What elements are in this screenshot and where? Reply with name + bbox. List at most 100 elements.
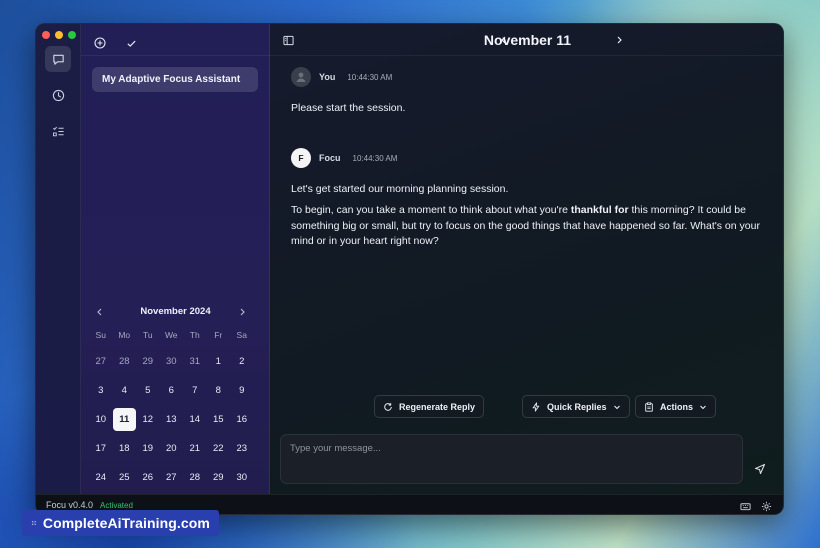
calendar-day-selected[interactable]: 11: [112, 407, 136, 432]
watermark-logo-icon: [31, 520, 37, 526]
calendar-day[interactable]: 16: [230, 408, 254, 432]
chevron-right-icon: [240, 308, 245, 316]
chat-panel: November 11 You 10:44:30 AM Please start…: [270, 24, 783, 494]
select-chats-button[interactable]: [121, 33, 141, 53]
assistant-message-header: F Focu 10:44:30 AM: [291, 148, 397, 168]
assistant-avatar: F: [291, 148, 311, 168]
assistant-message-paragraph: To begin, can you take a moment to think…: [291, 203, 771, 250]
user-message-header: You 10:44:30 AM: [291, 67, 392, 87]
calendar-day[interactable]: 28: [113, 350, 137, 374]
calendar-day[interactable]: 26: [136, 466, 160, 490]
regenerate-reply-label: Regenerate Reply: [399, 401, 476, 412]
calendar-day[interactable]: 12: [136, 408, 160, 432]
calendar-day[interactable]: 24: [89, 466, 113, 490]
calendar-day[interactable]: 6: [160, 379, 184, 403]
calendar-day[interactable]: 4: [113, 379, 137, 403]
calendar-day[interactable]: 20: [160, 437, 184, 461]
calendar-day[interactable]: 14: [183, 408, 207, 432]
calendar-day[interactable]: 18: [113, 437, 137, 461]
calendar-day[interactable]: 30: [160, 350, 184, 374]
app-window: My Adaptive Focus Assistant November 202…: [35, 23, 784, 515]
calendar-grid: Su Mo Tu We Th Fr Sa 27 28 29 30 31 1 2 3 4 5 6 7 8 9 10 11 12 1…: [89, 328, 264, 494]
calendar-day[interactable]: 10: [89, 408, 113, 432]
lightning-icon: [532, 401, 540, 412]
calendar-day[interactable]: 29: [207, 466, 231, 490]
user-message-text: Please start the session.: [291, 102, 406, 114]
calendar-day[interactable]: 13: [160, 408, 184, 432]
weekday-label: Su: [95, 330, 106, 340]
calendar-day[interactable]: 29: [136, 350, 160, 374]
icon-rail: [36, 24, 81, 494]
actions-label: Actions: [660, 401, 694, 412]
calendar-day[interactable]: 25: [113, 466, 137, 490]
calendar-day[interactable]: 27: [89, 350, 113, 374]
conversation-sidebar: My Adaptive Focus Assistant November 202…: [81, 24, 270, 494]
message-time: 10:44:30 AM: [347, 72, 393, 82]
calendar-day[interactable]: 1: [207, 350, 231, 374]
keyboard-shortcuts-button[interactable]: [738, 499, 752, 513]
message-input[interactable]: Type your message...: [280, 434, 743, 484]
window-controls: [42, 31, 76, 39]
conversation-item[interactable]: My Adaptive Focus Assistant: [92, 67, 258, 92]
chevron-down-icon: [700, 405, 706, 409]
chevron-right-icon: [617, 36, 622, 44]
chat-nav-button[interactable]: [45, 46, 71, 72]
refresh-icon: [384, 402, 392, 411]
actions-button[interactable]: Actions: [635, 395, 717, 418]
minimize-window-button[interactable]: [55, 31, 63, 39]
next-day-button[interactable]: [609, 30, 629, 50]
message-input-placeholder: Type your message...: [290, 443, 381, 454]
send-icon: [754, 463, 766, 475]
chat-bubble-icon: [52, 54, 64, 65]
weekday-label: Sa: [236, 330, 247, 340]
zoom-window-button[interactable]: [68, 31, 76, 39]
weekday-label: Fr: [214, 330, 223, 340]
keyboard-icon: [739, 502, 751, 510]
send-button[interactable]: [750, 459, 770, 479]
weekday-label: Mo: [118, 330, 131, 340]
calendar-day[interactable]: 27: [160, 466, 184, 490]
calendar-day[interactable]: 5: [136, 379, 160, 403]
regenerate-reply-button[interactable]: Regenerate Reply: [374, 395, 485, 418]
calendar-day[interactable]: 19: [136, 437, 160, 461]
settings-button[interactable]: [759, 499, 773, 513]
next-month-button[interactable]: [234, 304, 250, 320]
chat-header: November 11: [270, 24, 783, 56]
close-window-button[interactable]: [42, 31, 50, 39]
checkmark-icon: [126, 40, 136, 47]
calendar-day[interactable]: 30: [230, 466, 254, 490]
bold-text-segment: thankful for: [570, 204, 629, 216]
weekday-label: We: [164, 330, 178, 340]
clock-icon: [52, 89, 64, 101]
quick-replies-label: Quick Replies: [547, 401, 607, 412]
new-chat-button[interactable]: [90, 33, 110, 53]
calendar-day[interactable]: 22: [207, 437, 231, 461]
user-icon: [296, 72, 306, 82]
calendar-day[interactable]: 31: [183, 350, 207, 374]
calendar-day[interactable]: 3: [89, 379, 113, 403]
calendar-day[interactable]: 21: [183, 437, 207, 461]
calendar-day[interactable]: 23: [230, 437, 254, 461]
plus-circle-icon: [94, 37, 106, 49]
calendar-day[interactable]: 7: [183, 379, 207, 403]
calendar-day[interactable]: 2: [230, 350, 254, 374]
calendar-header: November 2024: [81, 302, 270, 322]
calendar-day[interactable]: 15: [207, 408, 231, 432]
chevron-down-icon: [613, 405, 620, 409]
sidebar-toolbar: [81, 24, 270, 56]
calendar-day[interactable]: 28: [183, 466, 207, 490]
app-version: Focu v0.4.0: [46, 500, 94, 510]
history-nav-button[interactable]: [45, 82, 71, 108]
calendar-day[interactable]: 17: [89, 437, 113, 461]
calendar-day[interactable]: 8: [207, 379, 231, 403]
weekday-label: Th: [189, 330, 200, 340]
message-sender: You: [319, 72, 336, 82]
user-avatar: [291, 67, 311, 87]
assistant-message-paragraph: Let's get started our morning planning s…: [291, 183, 509, 195]
calendar: November 2024 Su Mo Tu We Th Fr Sa 27 28 29 30 31 1 2…: [81, 302, 270, 483]
tasks-nav-button[interactable]: [45, 118, 71, 144]
message-sender: Focu: [319, 153, 341, 163]
calendar-day[interactable]: 9: [230, 379, 254, 403]
text-segment: To begin, can you take a moment to think…: [291, 204, 571, 216]
quick-replies-button[interactable]: Quick Replies: [522, 395, 630, 418]
